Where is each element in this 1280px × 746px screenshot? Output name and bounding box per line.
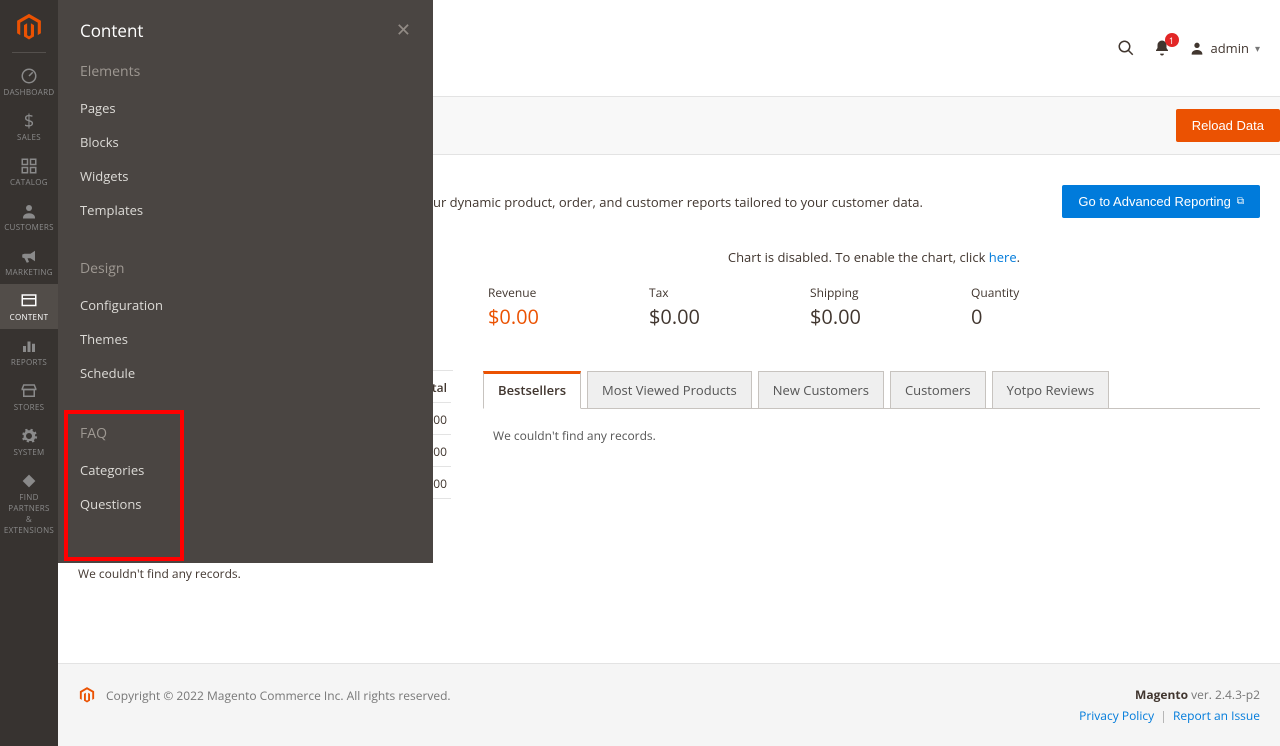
notification-badge: 1 <box>1165 33 1179 47</box>
nav-customers[interactable]: CUSTOMERS <box>0 194 58 239</box>
user-label: admin <box>1211 39 1249 57</box>
submenu-title: Content <box>80 19 143 42</box>
catalog-icon <box>20 157 38 175</box>
partners-icon <box>20 472 38 490</box>
submenu-pages[interactable]: Pages <box>80 91 411 125</box>
nav-sales[interactable]: $ SALES <box>0 104 58 149</box>
search-terms-message: We couldn't find any records. <box>78 565 1260 582</box>
nav-reports[interactable]: REPORTS <box>0 329 58 374</box>
magento-logo-icon <box>14 12 44 42</box>
advanced-reporting-button[interactable]: Go to Advanced Reporting ⧉ <box>1062 185 1260 218</box>
stat-quantity: Quantity 0 <box>971 284 1019 330</box>
stat-shipping: Shipping $0.00 <box>810 284 861 330</box>
stat-tax: Tax $0.00 <box>649 284 700 330</box>
stat-value: $0.00 <box>649 303 700 330</box>
submenu-widgets[interactable]: Widgets <box>80 159 411 193</box>
nav-system[interactable]: SYSTEM <box>0 419 58 464</box>
nav-find-partners[interactable]: FIND PARTNERS & EXTENSIONS <box>0 464 58 542</box>
faq-highlight-box: FAQ Categories Questions <box>64 410 184 561</box>
search-icon[interactable] <box>1117 39 1135 57</box>
footer-version: ver. 2.4.3-p2 <box>1188 686 1260 703</box>
note-suffix: . <box>1017 248 1020 266</box>
nav-dashboard[interactable]: DASHBOARD <box>0 59 58 104</box>
tabs-row: Bestsellers Most Viewed Products New Cus… <box>483 370 1260 409</box>
rail-separator <box>12 52 46 53</box>
reports-icon <box>20 337 38 355</box>
nav-content[interactable]: CONTENT <box>0 284 58 329</box>
nav-marketing[interactable]: MARKETING <box>0 239 58 284</box>
submenu-themes[interactable]: Themes <box>80 322 411 356</box>
nav-label: CATALOG <box>10 177 48 188</box>
notifications-icon[interactable]: 1 <box>1153 39 1171 57</box>
submenu-schedule[interactable]: Schedule <box>80 356 411 390</box>
chart-enable-link[interactable]: here <box>989 248 1017 266</box>
button-label: Go to Advanced Reporting <box>1078 194 1231 209</box>
tab-bestsellers[interactable]: Bestsellers <box>483 371 581 409</box>
content-submenu: Content ✕ Elements Pages Blocks Widgets … <box>58 0 433 563</box>
submenu-heading-faq: FAQ <box>80 424 168 443</box>
tab-most-viewed[interactable]: Most Viewed Products <box>587 371 752 409</box>
nav-label: STORES <box>14 402 45 413</box>
admin-nav-rail: DASHBOARD $ SALES CATALOG CUSTOMERS MARK… <box>0 0 58 746</box>
stat-value: $0.00 <box>810 303 861 330</box>
tab-new-customers[interactable]: New Customers <box>758 371 884 409</box>
dashboard-icon <box>20 67 38 85</box>
submenu-faq-questions[interactable]: Questions <box>80 487 168 521</box>
stores-icon <box>20 382 38 400</box>
stat-value: $0.00 <box>488 303 539 330</box>
user-icon <box>1189 40 1205 56</box>
stat-label: Shipping <box>810 284 861 301</box>
magento-logo-icon <box>78 686 96 704</box>
wide-column: Bestsellers Most Viewed Products New Cus… <box>483 370 1260 501</box>
nav-stores[interactable]: STORES <box>0 374 58 419</box>
external-link-icon: ⧉ <box>1237 196 1244 207</box>
nav-label: MARKETING <box>5 267 53 278</box>
nav-label: DASHBOARD <box>3 87 54 98</box>
stat-revenue: Revenue $0.00 <box>488 284 539 330</box>
chevron-down-icon: ▾ <box>1255 41 1260 55</box>
no-records-message: We couldn't find any records. <box>483 423 1260 448</box>
stat-label: Quantity <box>971 284 1019 301</box>
nav-label: REPORTS <box>11 357 47 368</box>
page-footer: Copyright © 2022 Magento Commerce Inc. A… <box>58 663 1280 746</box>
stat-label: Revenue <box>488 284 539 301</box>
report-issue-link[interactable]: Report an Issue <box>1173 707 1260 724</box>
content-icon <box>20 292 38 310</box>
gear-icon <box>20 427 38 445</box>
submenu-faq-categories[interactable]: Categories <box>80 453 168 487</box>
nav-label: FIND PARTNERS & EXTENSIONS <box>0 492 58 536</box>
submenu-blocks[interactable]: Blocks <box>80 125 411 159</box>
submenu-heading-design: Design <box>80 259 411 278</box>
user-menu[interactable]: admin ▾ <box>1189 39 1261 57</box>
customers-icon <box>20 202 38 220</box>
submenu-templates[interactable]: Templates <box>80 193 411 227</box>
stat-label: Tax <box>649 284 700 301</box>
nav-catalog[interactable]: CATALOG <box>0 149 58 194</box>
nav-label: SYSTEM <box>13 447 44 458</box>
stat-value: 0 <box>971 303 1019 330</box>
nav-label: SALES <box>17 132 41 143</box>
note-prefix: Chart is disabled. To enable the chart, … <box>728 248 989 266</box>
submenu-heading-elements: Elements <box>80 62 411 81</box>
marketing-icon <box>20 247 38 265</box>
nav-label: CUSTOMERS <box>4 222 54 233</box>
sales-icon: $ <box>24 112 34 130</box>
nav-label: CONTENT <box>10 312 49 323</box>
footer-brand: Magento <box>1135 686 1188 703</box>
reload-data-button[interactable]: Reload Data <box>1176 109 1280 142</box>
submenu-configuration[interactable]: Configuration <box>80 288 411 322</box>
tab-yotpo-reviews[interactable]: Yotpo Reviews <box>992 371 1110 409</box>
tab-customers[interactable]: Customers <box>890 371 986 409</box>
footer-divider: | <box>1160 707 1167 724</box>
copyright-text: Copyright © 2022 Magento Commerce Inc. A… <box>106 687 451 704</box>
close-icon[interactable]: ✕ <box>396 18 411 42</box>
privacy-policy-link[interactable]: Privacy Policy <box>1079 707 1154 724</box>
